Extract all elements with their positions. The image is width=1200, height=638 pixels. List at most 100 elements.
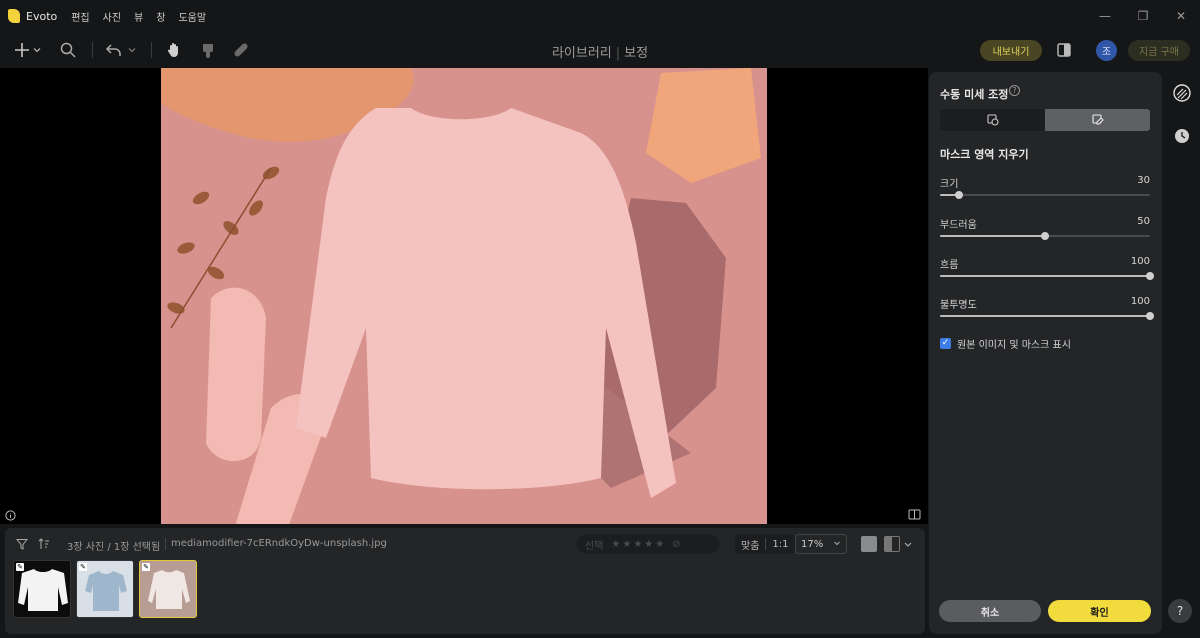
flow-fill <box>940 275 1150 277</box>
softness-label: 부드러움 <box>940 220 977 231</box>
split-view-icon[interactable] <box>884 536 900 552</box>
menu-view[interactable]: 뷰 <box>134 9 143 24</box>
softness-track[interactable] <box>940 232 1150 240</box>
add-mask-button[interactable] <box>940 109 1045 131</box>
undo-icon[interactable] <box>104 40 124 60</box>
photo-count: 3장 사진 / 1장 선택됨 <box>67 542 161 553</box>
confirm-button[interactable]: 확인 <box>1048 600 1151 622</box>
single-view-icon[interactable] <box>861 536 877 552</box>
evoto-logo-icon <box>8 9 20 23</box>
reject-icon[interactable]: ⊘ <box>672 539 680 550</box>
breadcrumb-edit[interactable]: 보정 <box>624 46 648 61</box>
breadcrumb-divider: | <box>615 46 621 61</box>
edited-badge-icon: ✎ <box>16 563 24 571</box>
softness-handle[interactable] <box>1041 232 1049 240</box>
opacity-label: 불투명도 <box>940 300 977 311</box>
edited-badge-icon: ✎ <box>79 563 87 571</box>
breadcrumb-library[interactable]: 라이브러리 <box>552 46 612 61</box>
menu-window[interactable]: 창 <box>156 9 165 24</box>
opacity-track[interactable] <box>940 312 1154 320</box>
search-icon[interactable] <box>58 40 78 60</box>
chevron-down-icon <box>833 539 841 550</box>
menu-photo[interactable]: 사진 <box>103 9 121 24</box>
size-value[interactable]: 30 <box>1137 175 1150 186</box>
menu-edit[interactable]: 편집 <box>71 9 89 24</box>
toolbar-divider <box>151 42 152 58</box>
history-icon[interactable] <box>1172 126 1192 146</box>
thumbnail-1[interactable]: ✎ <box>13 560 71 618</box>
bandage-tool-icon[interactable] <box>231 40 251 60</box>
size-handle[interactable] <box>954 191 963 199</box>
panel-title: 수동 미세 조정 <box>940 88 1009 101</box>
flow-value[interactable]: 100 <box>1131 256 1150 267</box>
view-chevron-icon[interactable] <box>903 536 913 552</box>
restore-button[interactable]: ❐ <box>1124 0 1162 32</box>
flow-label: 흐름 <box>940 260 959 271</box>
manual-adjust-icon[interactable] <box>1172 83 1192 103</box>
thumbnail-list: ✎ ✎ ✎ <box>13 560 197 620</box>
buy-now-button[interactable]: 지금 구매 <box>1128 40 1190 61</box>
erase-mask-icon <box>1091 114 1104 125</box>
panel-toggle-icon[interactable] <box>1054 40 1074 60</box>
photo-with-mask[interactable] <box>161 68 767 524</box>
toolbar: 라이브러리 | 보정 내보내기 조 지금 구매 <box>0 32 1200 68</box>
info-icon[interactable] <box>4 509 16 521</box>
size-slider[interactable]: 크기 30 <box>940 175 1150 205</box>
add-mask-icon <box>986 114 999 126</box>
show-original-label: 원본 이미지 및 마스크 표시 <box>957 340 1071 351</box>
erase-mask-button[interactable] <box>1045 109 1150 131</box>
compare-icon[interactable] <box>908 509 922 521</box>
cancel-button[interactable]: 취소 <box>939 600 1041 622</box>
show-original-checkbox[interactable]: ✓ <box>940 338 951 349</box>
zoom-percent-select[interactable]: 17% <box>795 534 847 554</box>
app-name: Evoto <box>26 9 58 23</box>
title-bar: Evoto 편집 사진 뷰 창 도움말 — ❐ ✕ <box>0 0 1200 32</box>
question-icon[interactable]: ? <box>1009 85 1020 96</box>
opacity-handle[interactable] <box>1146 312 1154 320</box>
menu-help[interactable]: 도움말 <box>178 9 206 24</box>
size-track[interactable] <box>940 191 1150 199</box>
window-controls: — ❐ ✕ <box>1086 0 1200 32</box>
filmstrip: 3장 사진 / 1장 선택됨 mediamodifier-7cERndkOyDw… <box>5 528 925 634</box>
pick-label[interactable]: 선택 <box>585 537 603 552</box>
mask-mode-toggle <box>940 109 1150 131</box>
opacity-fill <box>940 315 1150 317</box>
chevron-down-icon[interactable] <box>31 40 43 60</box>
size-label: 크기 <box>940 179 959 190</box>
section-title: 마스크 영역 지우기 <box>940 148 1029 161</box>
zoom-one-button[interactable]: 1:1 <box>766 534 794 554</box>
add-icon[interactable] <box>12 40 32 60</box>
close-button[interactable]: ✕ <box>1162 0 1200 32</box>
softness-value[interactable]: 50 <box>1137 216 1150 227</box>
help-button[interactable]: ? <box>1168 599 1192 623</box>
zoom-fit-button[interactable]: 맞춤 <box>735 534 765 554</box>
sort-icon[interactable] <box>37 537 51 551</box>
show-original-option[interactable]: ✓ 원본 이미지 및 마스크 표시 <box>940 336 1071 351</box>
edited-badge-icon: ✎ <box>142 563 150 571</box>
zoom-percent-value: 17% <box>801 538 824 550</box>
flow-track[interactable] <box>940 272 1154 280</box>
toolbar-divider <box>92 42 93 58</box>
thumbnail-3-selected[interactable]: ✎ <box>139 560 197 618</box>
photo-illustration <box>161 68 767 524</box>
hand-tool-icon[interactable] <box>164 40 184 60</box>
brush-tool-icon[interactable] <box>198 40 218 60</box>
zoom-presets: 맞춤 1:1 <box>735 534 795 554</box>
flow-handle[interactable] <box>1146 272 1154 280</box>
filename: mediamodifier-7cERndkOyDw-unsplash.jpg <box>171 538 387 549</box>
rating-bar: 선택 ★★★★★ ⊘ <box>577 534 719 554</box>
adjustment-panel: 수동 미세 조정 ? 마스크 영역 지우기 크기 30 부드러움 50 흐름 1… <box>929 72 1162 634</box>
minimize-button[interactable]: — <box>1086 0 1124 32</box>
avatar[interactable]: 조 <box>1096 40 1117 61</box>
softness-fill <box>940 235 1045 237</box>
opacity-value[interactable]: 100 <box>1131 296 1150 307</box>
softness-slider[interactable]: 부드러움 50 <box>940 216 1150 246</box>
filter-icon[interactable] <box>15 537 29 551</box>
star-rating[interactable]: ★★★★★ <box>611 539 666 550</box>
flow-slider[interactable]: 흐름 100 <box>940 256 1154 286</box>
export-button[interactable]: 내보내기 <box>980 40 1042 61</box>
image-canvas[interactable] <box>0 68 928 524</box>
undo-history-chevron-icon[interactable] <box>126 40 138 60</box>
thumbnail-2[interactable]: ✎ <box>76 560 134 618</box>
opacity-slider[interactable]: 불투명도 100 <box>940 296 1154 326</box>
